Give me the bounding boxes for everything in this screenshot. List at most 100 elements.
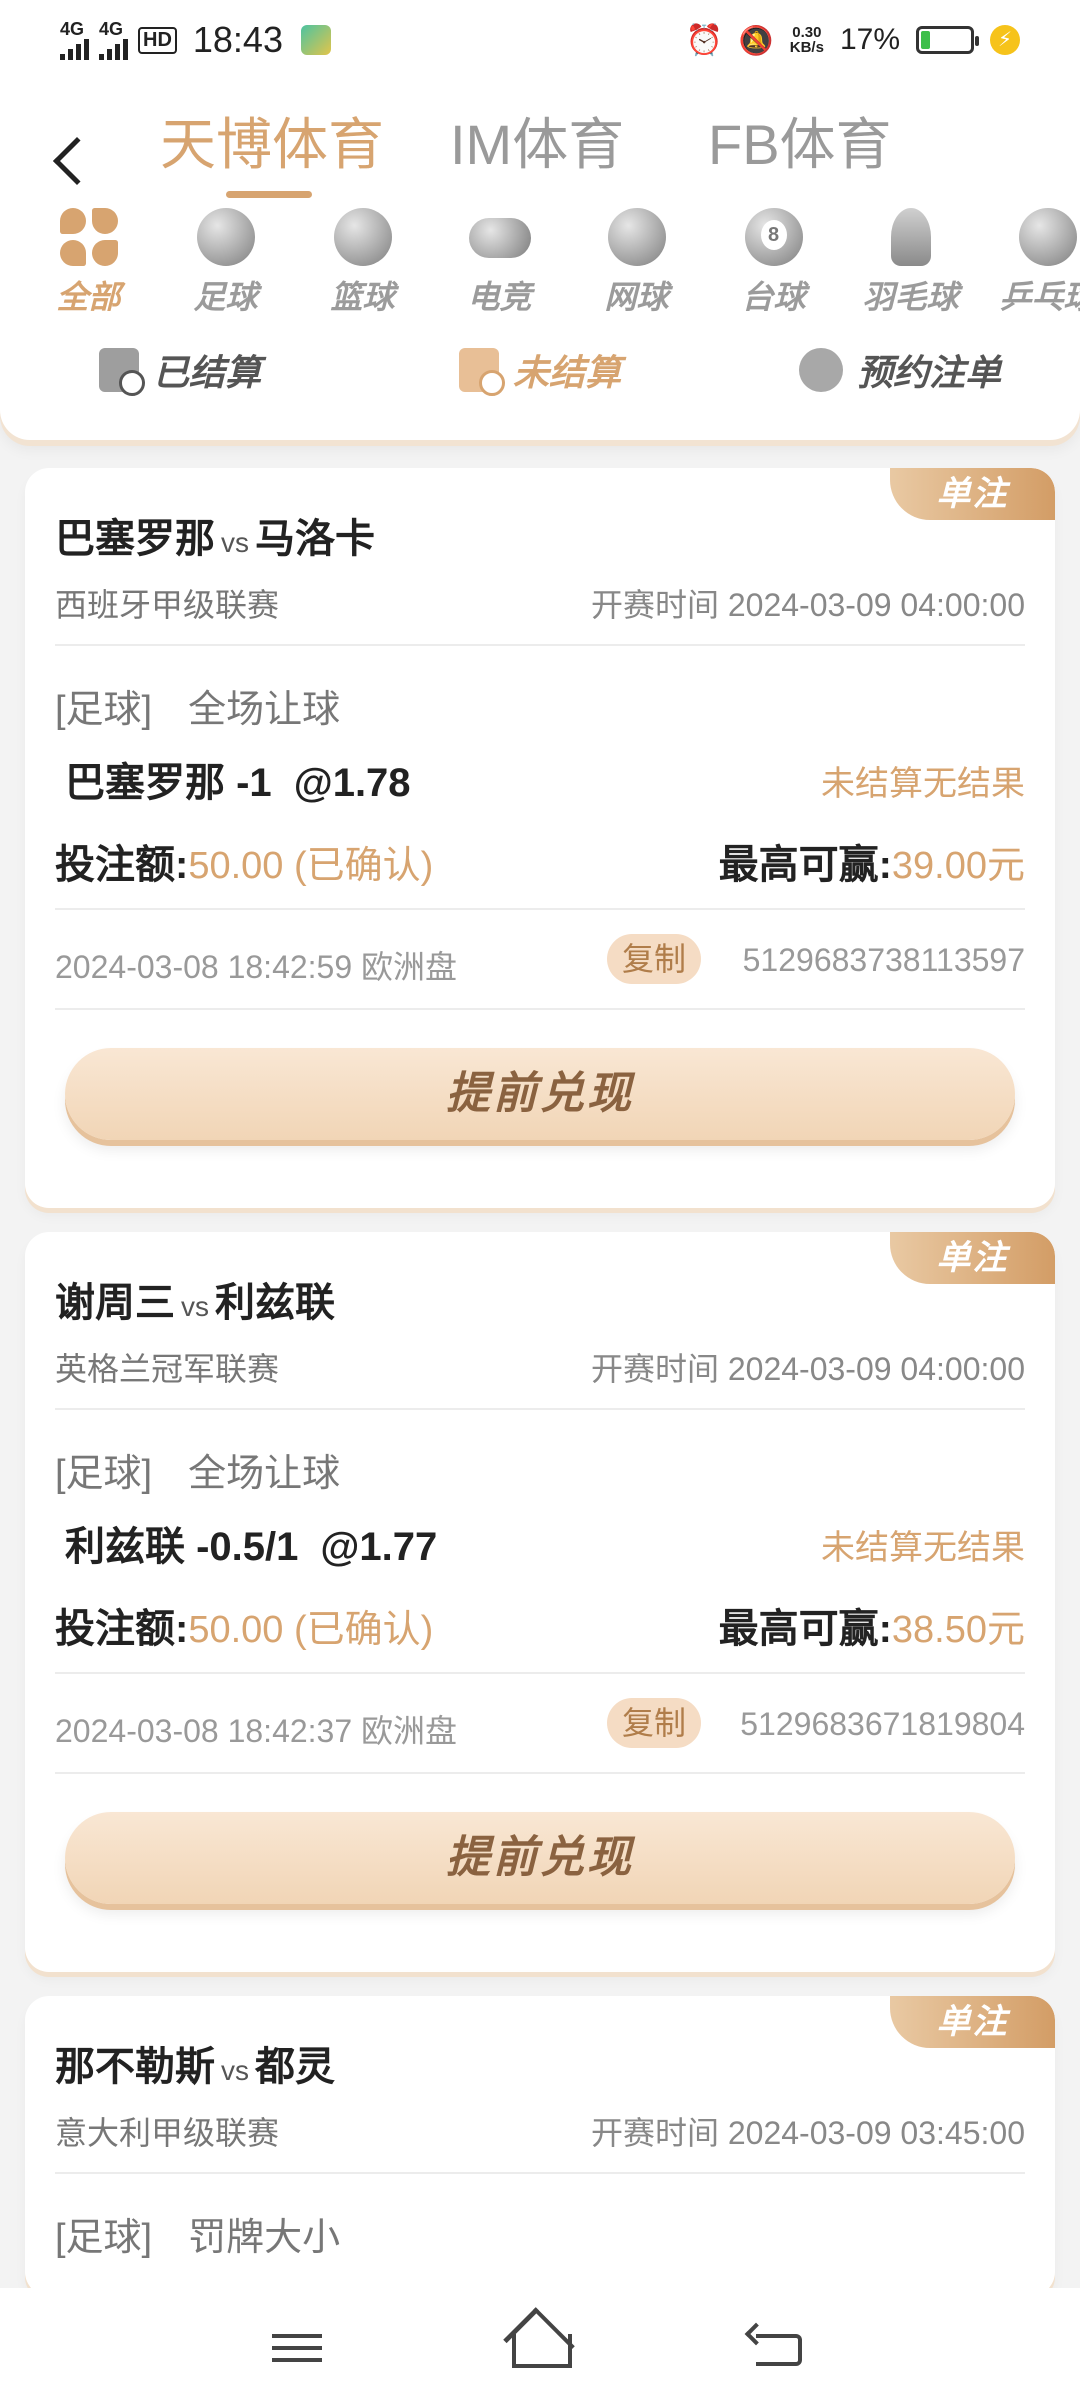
sport-basketball[interactable]: 篮球 <box>294 208 431 318</box>
bet-type: [足球] 全场让球 <box>55 678 340 733</box>
sport-label: 网球 <box>604 279 669 315</box>
divider <box>55 1672 1025 1674</box>
status-right: ⏰ 🔕 0.30 KB/s 17% ⚡ <box>686 23 1020 58</box>
max-win: 最高可赢:39.00元 <box>719 832 1025 890</box>
tab-settled[interactable]: 已结算 <box>0 330 360 410</box>
bet-card: 单注 谢周三 vs 利兹联 英格兰冠军联赛 开赛时间 2024-03-09 04:0… <box>25 1232 1055 1972</box>
sport-pingpong[interactable]: 乒乓球 <box>979 208 1080 318</box>
home-team: 谢周三 <box>55 1281 175 1325</box>
bet-type: [足球] 全场让球 <box>55 1442 340 1497</box>
network-type-1: 4G <box>60 19 85 39</box>
start-time: 开赛时间 2024-03-09 03:45:00 <box>590 2115 1025 2151</box>
settled-list-icon <box>98 348 145 396</box>
tab-label: 预约注单 <box>856 352 1001 393</box>
bet-pick: 巴塞罗那 -1 @1.78 <box>65 750 411 808</box>
sport-tag: [足球] <box>55 1453 153 1495</box>
sport-label: 台球 <box>741 279 806 315</box>
single-bet-badge: 单注 <box>890 1232 1055 1284</box>
sport-football[interactable]: 足球 <box>157 208 294 318</box>
tab-im-sports[interactable]: IM体育 <box>450 100 718 190</box>
tab-unsettled[interactable]: 未结算 <box>360 330 720 410</box>
cashout-button[interactable]: 提前兑现 <box>65 1812 1015 1904</box>
app-notification-icon <box>300 25 331 55</box>
vs-label: vs <box>221 2055 249 2086</box>
menu-button[interactable] <box>260 2318 340 2378</box>
pick-selection: 利兹联 -0.5/1 <box>65 1525 299 1569</box>
tennis-icon <box>607 208 666 266</box>
signal-1-icon: 4G <box>60 20 89 60</box>
copy-button[interactable]: 复制 <box>607 1698 701 1748</box>
sport-label: 电竞 <box>467 279 532 315</box>
mute-icon: 🔕 <box>738 24 774 56</box>
tab-tianbo-sports[interactable]: 天博体育 <box>160 100 450 198</box>
esports-icon <box>468 218 531 258</box>
bet-type: [足球] 罚牌大小 <box>55 2206 340 2261</box>
charging-icon: ⚡ <box>990 25 1020 55</box>
result-status: 未结算无结果 <box>821 765 1025 803</box>
sport-label: 篮球 <box>330 279 395 315</box>
max-win-label: 最高可赢: <box>718 1607 892 1651</box>
sport-all[interactable]: 全部 <box>20 208 157 318</box>
order-number: 5129683738113597 <box>742 942 1025 978</box>
home-team: 巴塞罗那 <box>55 517 215 561</box>
sport-billiards[interactable]: 8 台球 <box>705 208 842 318</box>
system-back-button[interactable] <box>740 2318 820 2378</box>
stake-value: 50.00 (已确认) <box>188 845 434 887</box>
battery-percent: 17% <box>839 23 900 56</box>
home-button[interactable] <box>500 2307 580 2379</box>
cashout-button[interactable]: 提前兑现 <box>65 1048 1015 1140</box>
pick-odds: @1.77 <box>320 1525 438 1569</box>
bet-card: 单注 巴塞罗那 vs 马洛卡 西班牙甲级联赛 开赛时间 2024-03-09 04:… <box>25 468 1055 1208</box>
system-navigation-bar <box>0 2288 1080 2408</box>
stake-value: 50.00 (已确认) <box>188 1609 434 1651</box>
pick-selection: 巴塞罗那 -1 <box>65 761 272 805</box>
status-bar: 4G 4G HD 18:43 ⏰ 🔕 0.30 KB/s 17% ⚡ <box>0 0 1080 80</box>
stake: 投注额:50.00 (已确认) <box>55 1596 433 1654</box>
sport-label: 足球 <box>193 279 258 315</box>
header: 天博体育 IM体育 FB体育 全部 足球 篮球 电竞 网球 8 台球 羽毛球 乒… <box>0 80 1080 440</box>
match-title: 巴塞罗那 vs 马洛卡 <box>55 506 375 564</box>
bet-pick: 利兹联 -0.5/1 @1.77 <box>65 1514 437 1572</box>
football-icon <box>196 208 255 266</box>
basketball-icon <box>333 208 392 266</box>
billiards-icon: 8 <box>744 208 803 266</box>
chevron-left-icon <box>52 136 102 186</box>
tab-fb-sports[interactable]: FB体育 <box>708 100 908 190</box>
sport-label: 全部 <box>56 279 121 315</box>
stake-label: 投注额: <box>55 1607 189 1651</box>
divider <box>55 1772 1025 1774</box>
stake-label: 投注额: <box>55 843 189 887</box>
divider <box>55 1408 1025 1410</box>
tab-scheduled-bets[interactable]: 预约注单 <box>720 330 1080 410</box>
max-win: 最高可赢:38.50元 <box>719 1596 1025 1654</box>
stake: 投注额:50.00 (已确认) <box>55 832 433 890</box>
league-name: 英格兰冠军联赛 <box>55 1351 280 1387</box>
max-win-value: 39.00元 <box>891 845 1025 887</box>
battery-icon <box>916 26 979 54</box>
settlement-tabs: 已结算 未结算 预约注单 <box>0 330 1080 410</box>
market-name: 全场让球 <box>188 1453 341 1495</box>
back-button[interactable] <box>50 130 102 200</box>
hd-voice-icon: HD <box>138 26 177 54</box>
sport-filter-row: 全部 足球 篮球 电竞 网球 8 台球 羽毛球 乒乓球 <box>20 208 1080 318</box>
sport-badminton[interactable]: 羽毛球 <box>842 208 979 318</box>
copy-button[interactable]: 复制 <box>607 934 701 984</box>
placed-time: 2024-03-08 18:42:59 欧洲盘 <box>55 949 458 985</box>
result-status: 未结算无结果 <box>821 1529 1025 1567</box>
sport-esports[interactable]: 电竞 <box>431 208 568 318</box>
divider <box>55 1008 1025 1010</box>
alarm-icon: ⏰ <box>685 23 723 57</box>
single-bet-badge: 单注 <box>890 1996 1055 2048</box>
all-icon <box>59 208 118 266</box>
pick-odds: @1.78 <box>293 761 411 805</box>
unsettled-list-icon <box>458 348 505 396</box>
network-speed: 0.30 KB/s <box>789 24 824 56</box>
sport-tennis[interactable]: 网球 <box>568 208 705 318</box>
platform-tabs: 天博体育 IM体育 FB体育 <box>160 100 908 198</box>
pingpong-icon <box>1018 208 1077 266</box>
start-time: 开赛时间 2024-03-09 04:00:00 <box>590 587 1025 623</box>
divider <box>55 908 1025 910</box>
tab-label: 未结算 <box>512 352 621 393</box>
max-win-label: 最高可赢: <box>718 843 892 887</box>
sport-tag: [足球] <box>55 689 153 731</box>
